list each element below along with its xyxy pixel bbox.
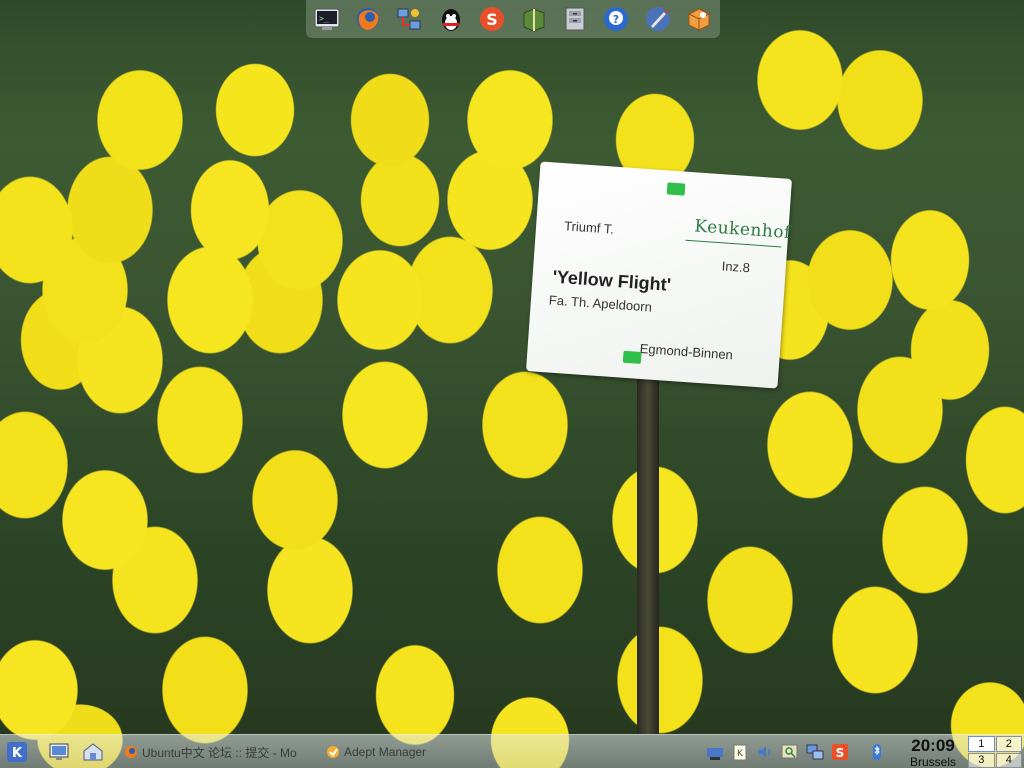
sign-code: Inz.8 — [721, 258, 751, 276]
system-tray: K S — [704, 738, 888, 766]
volume-icon[interactable] — [754, 741, 776, 763]
desktop-3-button[interactable]: 3 — [968, 752, 995, 768]
svg-text:S: S — [836, 746, 845, 760]
home-folder-icon — [83, 743, 103, 761]
network-manager-icon[interactable] — [704, 741, 726, 763]
package-installer-icon[interactable] — [684, 4, 714, 34]
clock[interactable]: 20:09 Brussels — [902, 735, 964, 768]
kde-panel: K Ubuntu中文 论坛 :: 提交 - Mo Adept Manager K — [0, 734, 1024, 768]
dictionary-book-icon[interactable] — [519, 4, 549, 34]
sign-stake — [637, 362, 659, 734]
task-adept-manager[interactable]: Adept Manager — [326, 741, 466, 763]
sign-grower: Fa. Th. Apeldoorn — [548, 292, 653, 315]
sign-brand: Keukenhof — [693, 216, 792, 244]
adept-task-icon — [327, 746, 339, 758]
desktop-2-button[interactable]: 2 — [995, 736, 1022, 752]
input-method-icon[interactable]: S — [829, 741, 851, 763]
k-menu-button[interactable]: K — [4, 739, 30, 765]
sign-variety-name: 'Yellow Flight' — [551, 266, 672, 295]
desktop-4-button[interactable]: 4 — [995, 752, 1022, 768]
home-folder-button[interactable] — [80, 739, 106, 765]
pidgin-chat-icon[interactable]: ? — [601, 4, 631, 34]
task-forum-browser[interactable]: Ubuntu中文 论坛 :: 提交 - Mo — [124, 741, 320, 763]
task-label: Adept Manager — [344, 745, 427, 759]
terminal-icon[interactable]: >_ — [312, 4, 342, 34]
firefox-task-icon — [125, 746, 137, 758]
clock-city: Brussels — [909, 755, 956, 768]
klipper-clipboard-icon[interactable]: K — [729, 741, 751, 763]
quick-launch-dock: >_ S ? — [306, 0, 720, 38]
task-label: Ubuntu中文 论坛 :: 提交 - Mo — [142, 745, 297, 760]
clock-time: 20:09 — [911, 736, 955, 755]
desktop-1-button[interactable]: 1 — [968, 736, 995, 752]
svg-text:?: ? — [613, 13, 619, 26]
file-cabinet-icon[interactable] — [560, 4, 590, 34]
sign-clip-bottom — [622, 350, 642, 364]
desktop-icon — [49, 743, 69, 760]
plant-label-sign: Keukenhof Triumf T. Inz.8 'Yellow Flight… — [525, 161, 793, 389]
show-desktop-button[interactable] — [46, 739, 72, 765]
svg-text:K: K — [12, 746, 23, 761]
svg-text:>_: >_ — [319, 14, 329, 23]
svg-text:S: S — [486, 10, 498, 29]
skype-icon[interactable]: S — [477, 4, 507, 34]
windows-list-icon[interactable] — [804, 741, 826, 763]
firefox-icon[interactable] — [353, 4, 383, 34]
rocket-launcher-icon[interactable] — [643, 4, 673, 34]
sign-class: Triumf T. — [563, 218, 615, 237]
network-icon[interactable] — [394, 4, 424, 34]
k-menu-icon: K — [7, 742, 27, 762]
sign-clip-top — [666, 182, 686, 196]
sign-location: Egmond-Binnen — [639, 340, 734, 363]
desktop-pager: 1 2 3 4 — [968, 736, 1022, 768]
bluetooth-icon[interactable] — [866, 741, 888, 763]
qq-messenger-icon[interactable] — [436, 4, 466, 34]
desktop-wallpaper: >_ S ? Keukenhof Triumf T. Inz.8 'Yellow… — [0, 0, 1024, 768]
map-search-icon[interactable] — [779, 741, 801, 763]
